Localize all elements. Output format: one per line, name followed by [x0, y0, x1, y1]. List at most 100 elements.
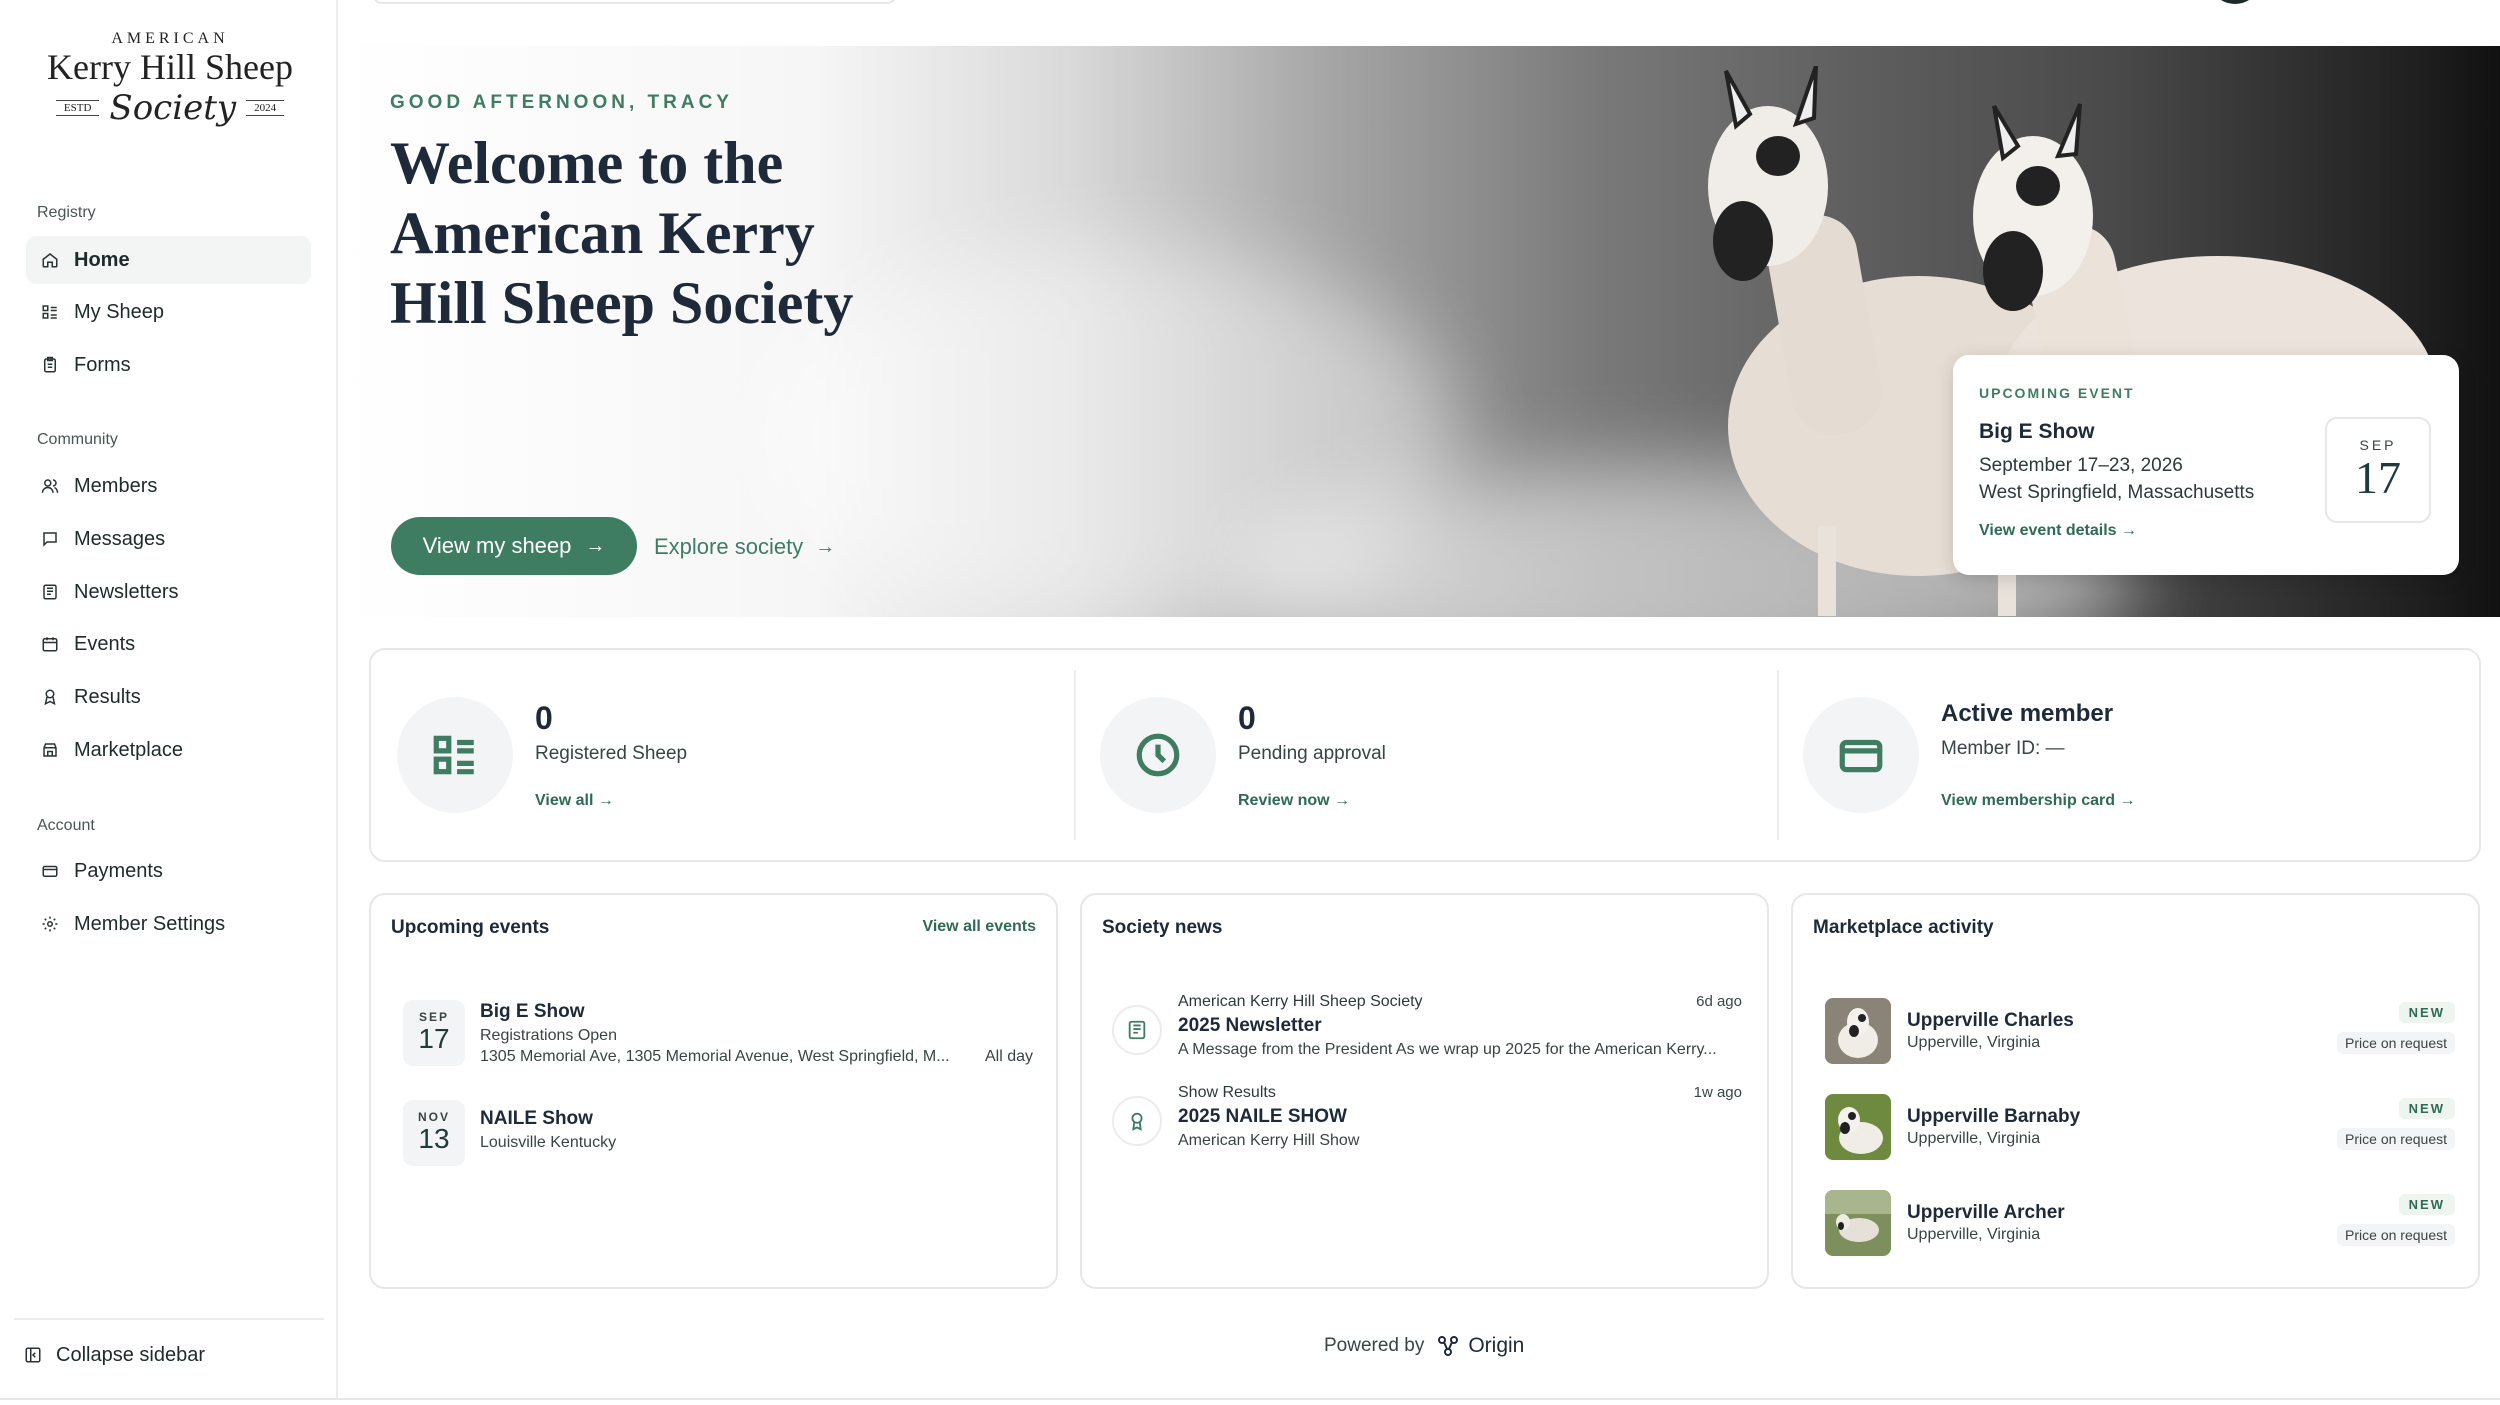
- event-time: All day: [984, 1048, 1033, 1065]
- new-badge: NEW: [2398, 1194, 2455, 1215]
- event-month: NOV: [417, 1110, 450, 1124]
- bottom-border: [0, 1398, 2500, 1400]
- origin-brand-link[interactable]: Origin: [1436, 1334, 1524, 1358]
- event-day: 17: [2355, 452, 2401, 503]
- view-all-sheep-link[interactable]: View all →: [535, 792, 614, 810]
- stat-membership: Active member Member ID: — View membersh…: [1777, 650, 2477, 860]
- arrow-right-icon: →: [1329, 792, 1351, 809]
- listing-price: Price on request: [2337, 1224, 2455, 1246]
- explore-society-label: Explore society: [654, 534, 804, 559]
- news-item[interactable]: Show Results 1w ago 2025 NAILE SHOW Amer…: [1112, 1084, 1742, 1164]
- sidebar-item-payments[interactable]: Payments: [26, 847, 311, 895]
- event-day: 17: [418, 1023, 450, 1054]
- event-date-box: NOV 13: [403, 1100, 465, 1166]
- view-event-details-link[interactable]: View event details →: [1979, 522, 2137, 540]
- sheep-thumbnail: [1825, 1094, 1891, 1160]
- sidebar-item-label: Forms: [74, 353, 131, 376]
- sidebar-item-member-settings[interactable]: Member Settings: [26, 900, 311, 948]
- stat-value: 0: [535, 700, 553, 736]
- event-name: NAILE Show: [480, 1108, 593, 1129]
- clock-icon: [1100, 697, 1216, 813]
- footer: Powered by Origin: [1324, 1334, 1524, 1358]
- gear-icon: [40, 914, 60, 934]
- sheep-thumbnail: [1825, 998, 1891, 1064]
- panel-title: Marketplace activity: [1813, 917, 1994, 938]
- nav-section-registry: Registry: [37, 204, 96, 221]
- event-location: Louisville Kentucky: [480, 1134, 617, 1151]
- list-icon: [397, 697, 513, 813]
- new-badge: NEW: [2398, 1098, 2455, 1119]
- sidebar-item-my-sheep[interactable]: My Sheep: [26, 288, 311, 336]
- sidebar-item-events[interactable]: Events: [26, 620, 311, 668]
- arrow-right-icon: →: [2121, 522, 2137, 539]
- view-my-sheep-button[interactable]: View my sheep →: [391, 517, 637, 575]
- explore-society-link[interactable]: Explore society →: [654, 527, 835, 567]
- sidebar-item-label: Events: [74, 632, 136, 655]
- clipboard-icon: [40, 355, 60, 375]
- users-icon: [40, 476, 60, 496]
- logo-year: 2024: [246, 100, 285, 116]
- logo-line-name: Kerry Hill Sheep: [47, 47, 293, 87]
- news-excerpt: American Kerry Hill Show: [1178, 1132, 1360, 1149]
- new-badge: NEW: [2398, 1002, 2455, 1023]
- marketplace-item[interactable]: Upperville Charles Upperville, Virginia …: [1825, 998, 2465, 1064]
- avatar[interactable]: [2215, 0, 2255, 4]
- listing-name: Upperville Barnaby: [1907, 1106, 2081, 1127]
- sidebar-item-marketplace[interactable]: Marketplace: [26, 726, 311, 774]
- stat-pending-approval: 0 Pending approval Review now →: [1074, 650, 1774, 860]
- view-all-events-link[interactable]: View all events: [922, 918, 1036, 936]
- logo-line-american: AMERICAN: [111, 30, 229, 47]
- arrow-right-icon: →: [815, 535, 836, 558]
- card-icon: [40, 861, 60, 881]
- upcoming-event-card[interactable]: UPCOMING EVENT Big E Show September 17–2…: [1953, 355, 2459, 575]
- award-icon: [1112, 1096, 1162, 1146]
- society-logo[interactable]: AMERICAN Kerry Hill Sheep ESTD Society 2…: [30, 30, 310, 130]
- list-item[interactable]: SEP 17 Big E Show Registrations Open 130…: [403, 1000, 1043, 1070]
- view-membership-card-link[interactable]: View membership card →: [1941, 792, 2135, 810]
- upcoming-events-panel: Upcoming events View all events SEP 17 B…: [369, 893, 1058, 1289]
- card-icon: [1803, 697, 1919, 813]
- news-source: American Kerry Hill Sheep Society: [1178, 993, 1423, 1010]
- review-now-link[interactable]: Review now →: [1238, 792, 1350, 810]
- newspaper-icon: [40, 582, 60, 602]
- news-timestamp: 1w ago: [1693, 1084, 1742, 1101]
- event-date-box: SEP 17: [403, 1000, 465, 1066]
- sidebar-item-label: My Sheep: [74, 300, 165, 323]
- sidebar-toggle-icon: [25, 1347, 41, 1363]
- sidebar-item-label: Results: [74, 685, 141, 708]
- origin-brand-label: Origin: [1468, 1334, 1525, 1357]
- news-item[interactable]: American Kerry Hill Sheep Society 6d ago…: [1112, 993, 1742, 1073]
- sidebar-item-members[interactable]: Members: [26, 462, 311, 510]
- sidebar-item-results[interactable]: Results: [26, 673, 311, 721]
- sidebar-item-label: Home: [74, 248, 130, 271]
- marketplace-item[interactable]: Upperville Barnaby Upperville, Virginia …: [1825, 1094, 2465, 1160]
- panel-title: Society news: [1102, 917, 1223, 938]
- event-month: SEP: [2359, 437, 2397, 453]
- event-date-box: SEP 17: [2325, 417, 2431, 523]
- sidebar-item-label: Messages: [74, 527, 166, 550]
- greeting: GOOD AFTERNOON, TRACY: [390, 92, 733, 113]
- event-location: West Springfield, Massachusetts: [1979, 482, 2255, 503]
- collapse-sidebar-button[interactable]: Collapse sidebar: [24, 1335, 205, 1375]
- logo-script: Society: [109, 88, 237, 128]
- sidebar-item-messages[interactable]: Messages: [26, 515, 311, 563]
- search-input[interactable]: [372, 0, 897, 4]
- marketplace-item[interactable]: Upperville Archer Upperville, Virginia N…: [1825, 1190, 2465, 1256]
- marketplace-panel: Marketplace activity Upperville Charles …: [1791, 893, 2480, 1289]
- listing-location: Upperville, Virginia: [1907, 1034, 2041, 1051]
- home-icon: [40, 250, 60, 270]
- link-label: View all: [535, 792, 594, 809]
- stat-value: 0: [1238, 700, 1256, 736]
- sidebar-item-newsletters[interactable]: Newsletters: [26, 568, 311, 616]
- sidebar-item-home[interactable]: Home: [26, 236, 311, 284]
- link-label: Review now: [1238, 792, 1330, 809]
- event-name: Big E Show: [1979, 420, 2095, 443]
- app-root: AMERICAN Kerry Hill Sheep ESTD Society 2…: [0, 0, 2500, 1405]
- logo-estd: ESTD: [55, 100, 100, 116]
- sidebar-item-forms[interactable]: Forms: [26, 341, 311, 389]
- sidebar-item-label: Member Settings: [74, 912, 226, 935]
- listing-price: Price on request: [2337, 1128, 2455, 1150]
- store-icon: [40, 740, 60, 760]
- list-item[interactable]: NOV 13 NAILE Show Louisville Kentucky: [403, 1100, 1043, 1170]
- sidebar-item-label: Newsletters: [74, 580, 179, 603]
